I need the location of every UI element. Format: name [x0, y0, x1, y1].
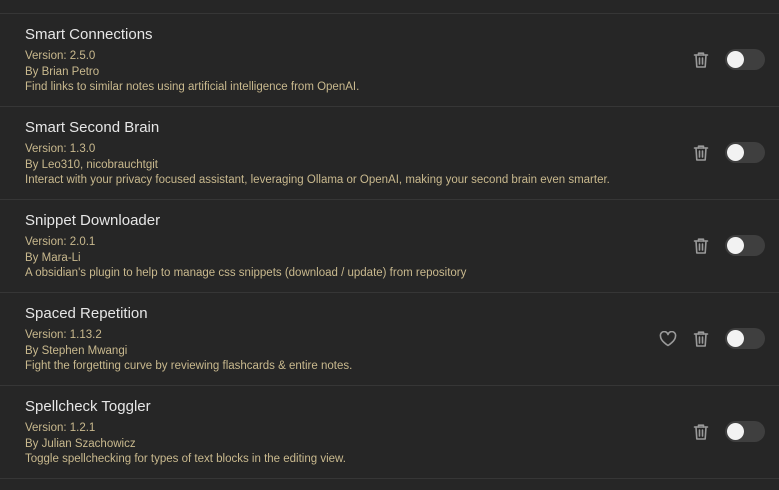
plugin-row: Spaced Repetition Version: 1.13.2 By Ste… — [0, 293, 779, 386]
plugin-info: Spellcheck Toggler Version: 1.2.1 By Jul… — [25, 398, 346, 468]
plugin-info: Spaced Repetition Version: 1.13.2 By Ste… — [25, 305, 352, 375]
plugin-author: By Mara-Li — [25, 251, 81, 264]
toggle-knob — [727, 237, 744, 254]
trash-icon[interactable] — [692, 329, 710, 349]
plugin-version: Version: 2.0.1 — [25, 236, 96, 248]
plugin-enable-toggle[interactable] — [725, 49, 765, 70]
trash-icon[interactable] — [692, 236, 710, 256]
plugin-enable-toggle[interactable] — [725, 328, 765, 349]
plugin-enable-toggle[interactable] — [725, 421, 765, 442]
plugin-author: By Leo310, nicobrauchtgit — [25, 158, 158, 171]
plugin-controls — [692, 142, 765, 163]
plugin-name: Smart Connections — [25, 26, 153, 43]
plugin-name: Snippet Downloader — [25, 212, 161, 229]
plugin-enable-toggle[interactable] — [725, 235, 765, 256]
plugin-author: By Stephen Mwangi — [25, 344, 128, 357]
trash-icon[interactable] — [692, 50, 710, 70]
trash-icon[interactable] — [692, 422, 710, 442]
plugin-version: Version: 1.3.0 — [25, 143, 96, 155]
plugin-version: Version: 1.2.1 — [25, 422, 96, 434]
community-plugins-list: Smart Connections Version: 2.5.0 By Bria… — [0, 0, 779, 490]
plugin-version: Version: 1.13.2 — [25, 329, 102, 341]
plugin-controls — [659, 328, 765, 349]
previous-row-edge — [0, 0, 779, 14]
plugin-row: Snippet Downloader Version: 2.0.1 By Mar… — [0, 200, 779, 293]
toggle-knob — [727, 144, 744, 161]
toggle-knob — [727, 423, 744, 440]
plugin-name: Spaced Repetition — [25, 305, 148, 322]
plugin-description: Fight the forgetting curve by reviewing … — [25, 360, 353, 372]
plugin-name: Smart Second Brain — [25, 119, 160, 136]
plugin-version: Version: 2.5.0 — [25, 50, 96, 62]
plugin-enable-toggle[interactable] — [725, 142, 765, 163]
plugin-controls — [692, 421, 765, 442]
plugin-row: Smart Connections Version: 2.5.0 By Bria… — [0, 14, 779, 107]
plugin-row: Smart Second Brain Version: 1.3.0 By Leo… — [0, 107, 779, 200]
plugin-row: Spellcheck Toggler Version: 1.2.1 By Jul… — [0, 386, 779, 479]
plugin-description: A obsidian's plugin to help to manage cs… — [25, 267, 467, 279]
plugin-controls — [692, 235, 765, 256]
plugin-author: By Julian Szachowicz — [25, 437, 136, 450]
plugin-info: Smart Connections Version: 2.5.0 By Bria… — [25, 26, 359, 96]
toggle-knob — [727, 51, 744, 68]
plugin-info: Snippet Downloader Version: 2.0.1 By Mar… — [25, 212, 466, 282]
plugin-description: Find links to similar notes using artifi… — [25, 81, 360, 93]
trash-icon[interactable] — [692, 143, 710, 163]
plugin-description: Toggle spellchecking for types of text b… — [25, 453, 346, 465]
toggle-knob — [727, 330, 744, 347]
plugin-author: By Brian Petro — [25, 65, 100, 78]
plugin-controls — [692, 49, 765, 70]
plugin-info: Smart Second Brain Version: 1.3.0 By Leo… — [25, 119, 610, 189]
plugin-description: Interact with your privacy focused assis… — [25, 174, 610, 186]
plugin-name: Spellcheck Toggler — [25, 398, 151, 415]
heart-icon[interactable] — [659, 329, 677, 349]
